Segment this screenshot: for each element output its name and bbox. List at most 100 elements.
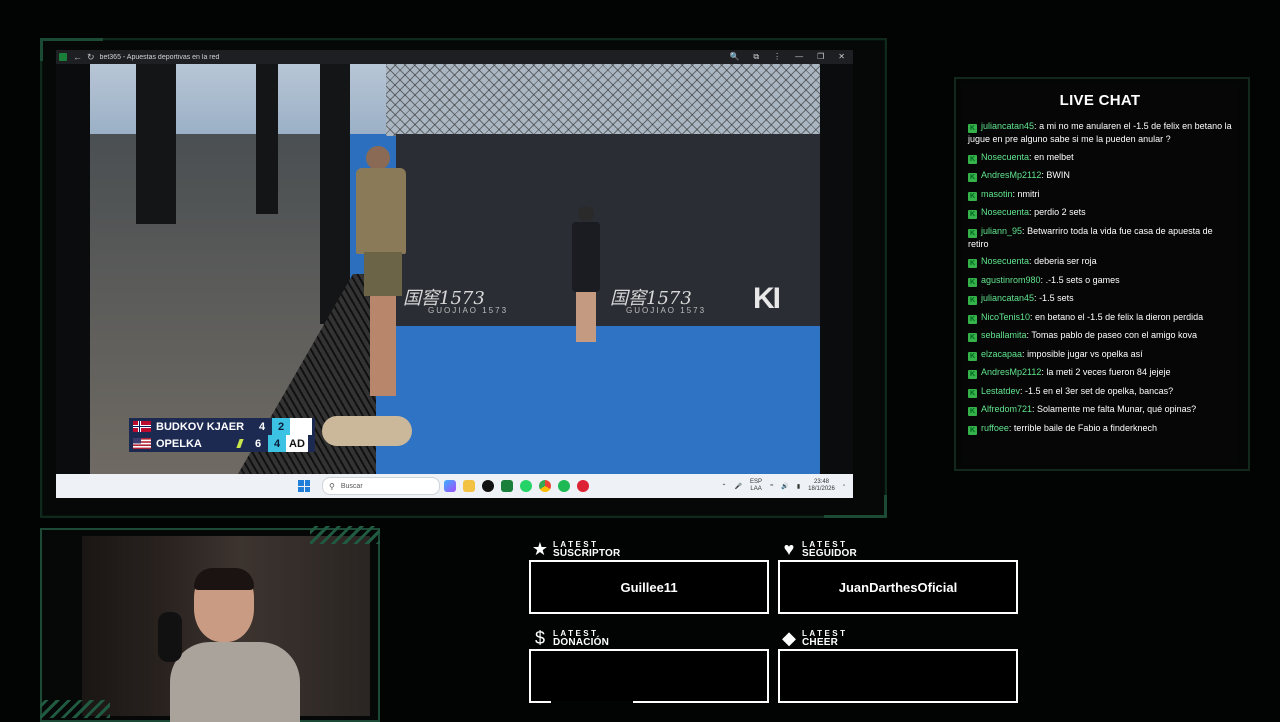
chat-message: K Nosecuenta: deberia ser roja: [968, 255, 1234, 268]
chat-username[interactable]: masotin: [981, 189, 1013, 199]
tiktok-app-icon[interactable]: [482, 480, 494, 492]
search-icon: ⚲: [329, 481, 335, 491]
chat-message: Kmasotin: nmitri: [968, 188, 1234, 201]
volume-icon[interactable]: 🔊: [781, 483, 788, 490]
chat-username[interactable]: Lestatdev: [981, 386, 1020, 396]
scoreboard-row-player-1: BUDKOV KJAER 4 2: [129, 418, 315, 435]
minimize-icon[interactable]: —: [795, 52, 803, 62]
player-points: [290, 418, 312, 435]
back-arrow-icon[interactable]: ←: [73, 52, 82, 62]
browser-window-title: bet365 - Apuestas deportivas en la red: [99, 53, 220, 61]
court-fence: [386, 64, 820, 136]
chat-username[interactable]: NicoTenis10: [981, 312, 1030, 322]
extensions-icon[interactable]: ⧉: [753, 52, 759, 62]
wifi-icon[interactable]: ≈: [770, 483, 773, 489]
live-chat-messages[interactable]: Kjuliancatan45: a mi no me anularen el -…: [968, 120, 1234, 440]
tray-chevron-icon[interactable]: ⌃: [722, 483, 727, 490]
kick-badge-icon: K: [968, 191, 977, 201]
chat-text: BWIN: [1046, 170, 1070, 180]
chat-message: Kjuliancatan45: -1.5 sets: [968, 292, 1234, 305]
kick-badge-icon: K: [968, 333, 977, 342]
chat-message: Kruffoee: terrible baile de Fabio a find…: [968, 422, 1234, 435]
battery-icon[interactable]: ▮: [797, 483, 800, 490]
chat-username[interactable]: Nosecuenta: [981, 207, 1029, 217]
ball-kid: [566, 194, 606, 344]
player-sets: 4: [268, 435, 286, 452]
chat-message: Kagustinrom980: .-1.5 sets o games: [968, 274, 1234, 287]
close-icon[interactable]: ✕: [838, 52, 845, 62]
file-explorer-app-icon[interactable]: [463, 480, 475, 492]
kick-badge-icon: K: [968, 388, 977, 398]
kick-badge-icon: K: [968, 425, 977, 435]
chat-username[interactable]: elzacapaa: [981, 349, 1022, 359]
chrome-app-icon[interactable]: [539, 480, 551, 492]
obs-app-icon[interactable]: [577, 480, 589, 492]
latest-cheer-header: ◆ LATEST CHEER: [779, 628, 848, 648]
heart-icon: ♥: [783, 538, 795, 559]
chat-text: perdio 2 sets: [1034, 207, 1086, 217]
notifications-icon[interactable]: ▫: [843, 483, 845, 489]
whatsapp-app-icon[interactable]: [520, 480, 532, 492]
scoreboard: BUDKOV KJAER 4 2 OPELKA 6 4 AD: [129, 418, 315, 452]
chat-username[interactable]: Nosecuenta: [981, 152, 1029, 162]
kick-badge-icon: K: [968, 314, 977, 324]
taskbar-search-box[interactable]: ⚲ Buscar: [322, 477, 440, 495]
streamer-microphone: [158, 612, 182, 662]
kick-badge-icon: K: [968, 370, 977, 379]
chat-message: K Nosecuenta: en melbet: [968, 151, 1234, 164]
language-indicator[interactable]: ESP LAA: [750, 479, 762, 493]
chat-username[interactable]: juliancatan45: [981, 121, 1034, 131]
restore-icon[interactable]: ❐: [817, 52, 824, 62]
chat-message: Kseballamita: Tomas pablo de paseo con e…: [968, 329, 1234, 342]
chat-username[interactable]: seballamita: [981, 330, 1027, 340]
windows-start-icon[interactable]: [298, 480, 310, 492]
kick-badge-icon: K: [968, 351, 977, 361]
menu-dots-icon[interactable]: ⋮: [773, 52, 781, 62]
tennis-video-player[interactable]: 国窖1573 GUOJIAO 1573 国窖1573 GUOJIAO 1573 …: [56, 64, 853, 474]
sponsor-sub-left: GUOJIAO 1573: [428, 306, 509, 315]
latest-cheer-box: [778, 649, 1018, 703]
stadium-pillar: [256, 64, 278, 214]
latest-donacion-box: [529, 649, 769, 703]
kick-badge-icon: K: [968, 228, 977, 238]
player-points: AD: [286, 435, 308, 452]
boom-microphone: [322, 416, 412, 446]
player-games: 4: [258, 420, 266, 433]
zoom-icon[interactable]: 🔍: [729, 52, 739, 62]
reload-icon[interactable]: ↻: [87, 52, 95, 62]
usa-flag-icon: [133, 438, 151, 449]
spotify-app-icon[interactable]: [558, 480, 570, 492]
chat-message: K AndresMp2112: BWIN: [968, 169, 1234, 182]
taskbar-clock[interactable]: 23:48 18/1/2026: [808, 479, 835, 493]
chat-text: terrible baile de Fabio a finderknech: [1013, 422, 1157, 433]
chat-text: deberia ser roja: [1034, 256, 1097, 266]
latest-seguidor-box: JuanDarthesOficial: [778, 560, 1018, 614]
chat-username[interactable]: Nosecuenta: [981, 256, 1029, 266]
copilot-app-icon[interactable]: [444, 480, 456, 492]
chat-username[interactable]: AndresMp2112: [981, 367, 1041, 377]
chat-username[interactable]: ruffoee: [981, 423, 1009, 433]
chat-message: K Alfredom721: Solamente me falta Munar, …: [968, 403, 1234, 416]
stadium-pillar: [136, 64, 176, 224]
chat-message: K Nosecuenta: perdio 2 sets: [968, 206, 1234, 219]
microphone-icon[interactable]: 🎤: [735, 483, 742, 490]
bet365-app-icon[interactable]: [501, 480, 513, 492]
chat-text: -1.5 sets: [1039, 293, 1074, 303]
chat-message: Kelzacapaa: imposible jugar vs opelka as…: [968, 348, 1234, 361]
chat-username[interactable]: Alfredom721: [981, 404, 1032, 414]
chat-text: Tomas pablo de paseo con el amigo kova: [1031, 330, 1197, 340]
player-sets: 2: [272, 418, 290, 435]
bet365-favicon-icon: [59, 53, 67, 61]
chat-username[interactable]: juliancatan45: [981, 293, 1034, 303]
sponsor-sub-right: GUOJIAO 1573: [626, 306, 707, 315]
chat-text: nmitri: [1017, 188, 1040, 199]
tennis-player: [356, 146, 414, 406]
chat-username[interactable]: agustinrom980: [981, 275, 1041, 285]
chat-username[interactable]: juliann_95: [981, 226, 1022, 236]
latest-suscriptor-box: Guillee11: [529, 560, 769, 614]
chat-username[interactable]: AndresMp2112: [981, 170, 1041, 180]
sponsor-ki-logo: KI: [753, 282, 781, 315]
diamond-icon: ◆: [782, 627, 796, 648]
kick-badge-icon: K: [968, 259, 977, 268]
latest-suscriptor-header: ★ LATEST SUSCRIPTOR: [531, 538, 621, 559]
